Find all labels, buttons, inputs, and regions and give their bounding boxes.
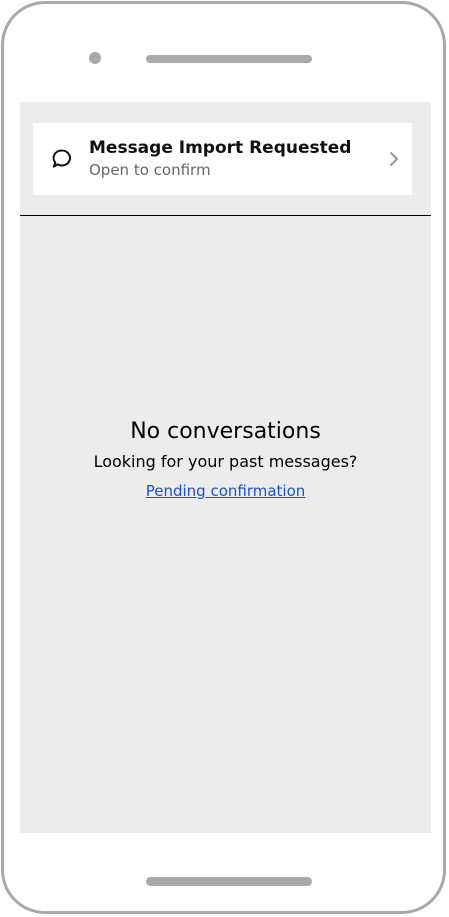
header-area: · · · Message Import Requested Open to c…: [20, 102, 431, 216]
empty-state-body: Looking for your past messages?: [93, 452, 358, 471]
screen: · · · Message Import Requested Open to c…: [20, 102, 431, 833]
chevron-right-icon: [390, 152, 398, 166]
phone-frame: · · · Message Import Requested Open to c…: [1, 1, 446, 914]
chat-bubble-icon: [52, 149, 71, 168]
speaker-slot: [146, 55, 312, 63]
empty-state-title: No conversations: [130, 419, 321, 444]
banner-subtitle: Open to confirm: [89, 161, 211, 179]
banner-title: Message Import Requested: [89, 138, 352, 158]
pending-confirmation-link[interactable]: Pending confirmation: [20, 482, 431, 500]
message-import-banner[interactable]: Message Import Requested Open to confirm: [33, 123, 412, 195]
camera-dot: [89, 52, 101, 64]
home-indicator[interactable]: [146, 877, 312, 886]
